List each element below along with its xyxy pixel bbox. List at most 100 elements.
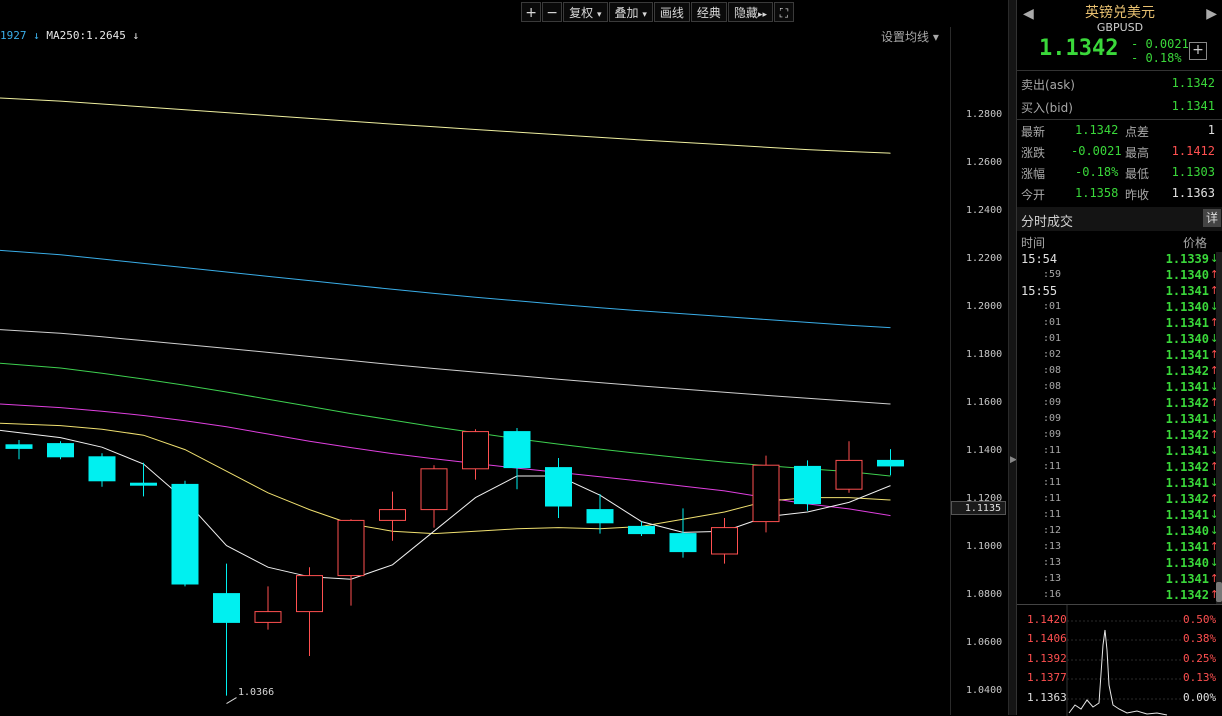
high-value: 1.1412 (1171, 144, 1215, 158)
trade-time: :11 (1043, 509, 1062, 520)
trade-price: 1.1341 (1165, 348, 1209, 362)
candle-body (711, 527, 738, 555)
trade-time: :01 (1043, 317, 1062, 328)
candle-body (669, 533, 697, 553)
trade-time: :09 (1043, 429, 1062, 440)
candle-body (752, 464, 780, 523)
trade-row: :11 1.1341 ↓ (1017, 476, 1222, 492)
trade-row: 15:54 1.1339 ↓ (1017, 252, 1222, 268)
y-tick-label: 1.2000 (966, 301, 1003, 312)
trade-price: 1.1340 (1165, 268, 1209, 282)
candle (835, 441, 863, 493)
low-label: 最低 (1125, 167, 1150, 181)
trade-time: :13 (1043, 573, 1062, 584)
prev-close-value: 1.1363 (1171, 186, 1215, 200)
candle (130, 462, 157, 497)
candle (545, 458, 572, 518)
y-tick-label: 1.2400 (966, 205, 1003, 216)
candle (794, 460, 821, 511)
trade-price: 1.1339 (1165, 252, 1209, 266)
y-tick-label: 1.0600 (966, 637, 1003, 648)
mini-price-line (1068, 629, 1168, 716)
trade-time: :11 (1043, 477, 1062, 488)
trade-row: :11 1.1341 ↓ (1017, 444, 1222, 460)
symbol-code: GBPUSD (1096, 21, 1144, 34)
trade-price: 1.1341 (1165, 476, 1209, 490)
latest-value: 1.1342 (1075, 123, 1119, 137)
trade-price: 1.1341 (1165, 412, 1209, 426)
candle (337, 519, 365, 606)
candle (47, 441, 74, 460)
kline-chart-area[interactable]: + − 复权 ▾ 叠加 ▾ 画线 经典 隐藏▸▸ ⛶ 1927 ↓ MA250:… (0, 0, 1008, 715)
trade-row: :11 1.1341 ↓ (1017, 508, 1222, 524)
candle (171, 480, 199, 587)
y-tick-label: 1.1400 (966, 445, 1003, 456)
trades-title: 分时成交 (1021, 215, 1074, 230)
price-change-pct: - 0.18% (1131, 51, 1182, 65)
candle-body (545, 467, 572, 507)
trades-list[interactable]: 15:54 1.1339 ↓:59 1.1340 ↑ 15:55 1.1341 ↑:01 1.1… (1017, 252, 1222, 604)
trade-time: :59 (1043, 269, 1062, 280)
trade-time: :13 (1043, 557, 1062, 568)
low-price-label: 1.0366 (238, 687, 275, 698)
candle-body (171, 483, 199, 585)
candle (752, 455, 780, 533)
trade-time: :01 (1043, 301, 1062, 312)
mini-price-tick: 1.1420 (1027, 613, 1067, 626)
candle-body (254, 611, 282, 623)
trade-price: 1.1342 (1165, 428, 1209, 442)
trade-time: 15:54 (1021, 252, 1058, 266)
trade-time: :16 (1043, 589, 1062, 600)
scrollbar-thumb[interactable] (1216, 582, 1222, 602)
add-watchlist-button[interactable]: + (1189, 42, 1207, 60)
trade-time: :01 (1043, 333, 1062, 344)
trade-row: :13 1.1341 ↑ (1017, 540, 1222, 556)
trades-scrollbar[interactable] (1216, 252, 1222, 604)
latest-label: 最新 (1021, 125, 1046, 139)
candle-body (130, 482, 157, 486)
low-marker-arrow (226, 697, 237, 705)
prev-close-label: 昨收 (1125, 188, 1150, 202)
trade-row: :13 1.1341 ↑ (1017, 572, 1222, 588)
spread-label: 点差 (1125, 125, 1150, 139)
mini-pct-tick: 0.50% (1183, 613, 1217, 626)
y-axis-divider (950, 27, 951, 715)
candle (379, 491, 406, 541)
trade-row: :09 1.1342 ↑ (1017, 396, 1222, 412)
candle (586, 494, 614, 534)
candle (503, 428, 531, 490)
trades-detail-button[interactable]: 详 (1203, 209, 1221, 227)
mini-pct-tick: 0.13% (1183, 671, 1217, 684)
trade-time: :11 (1043, 445, 1062, 456)
trade-row: :08 1.1341 ↓ (1017, 380, 1222, 396)
y-tick-label: 1.2800 (966, 109, 1003, 120)
intraday-mini-chart[interactable]: 1.1420 1.1406 1.1392 1.1377 1.1363 0.50% 0.38… (1017, 604, 1222, 716)
trade-row: :01 1.1340 ↓ (1017, 300, 1222, 316)
candle-body (462, 431, 489, 470)
bid-value: 1.1341 (1171, 99, 1215, 113)
ma-line (0, 249, 891, 329)
trade-time: :08 (1043, 365, 1062, 376)
trade-row: :12 1.1340 ↓ (1017, 524, 1222, 540)
y-tick-label: 1.1600 (966, 397, 1003, 408)
trade-price: 1.1341 (1165, 444, 1209, 458)
mini-price-tick: 1.1377 (1027, 671, 1067, 684)
pct-label: 涨幅 (1021, 167, 1046, 181)
trade-row: :59 1.1340 ↑ (1017, 268, 1222, 284)
y-tick-label: 1.0800 (966, 589, 1003, 600)
candle-body (296, 575, 323, 613)
last-price: 1.1342 (1039, 36, 1119, 61)
candle-body (5, 444, 33, 449)
symbol-name: 英镑兑美元 (1085, 5, 1155, 21)
trade-price: 1.1340 (1165, 300, 1209, 314)
spread-value: 1 (1207, 123, 1215, 137)
mini-price-tick: 1.1363 (1027, 691, 1067, 704)
candle (88, 453, 116, 487)
trade-price: 1.1341 (1165, 508, 1209, 522)
high-label: 最高 (1125, 146, 1150, 160)
candle (420, 465, 448, 528)
trade-row: :01 1.1340 ↓ (1017, 332, 1222, 348)
open-value: 1.1358 (1075, 186, 1119, 200)
bid-label: 买入(bid) (1021, 101, 1073, 115)
candle-body (835, 459, 863, 490)
